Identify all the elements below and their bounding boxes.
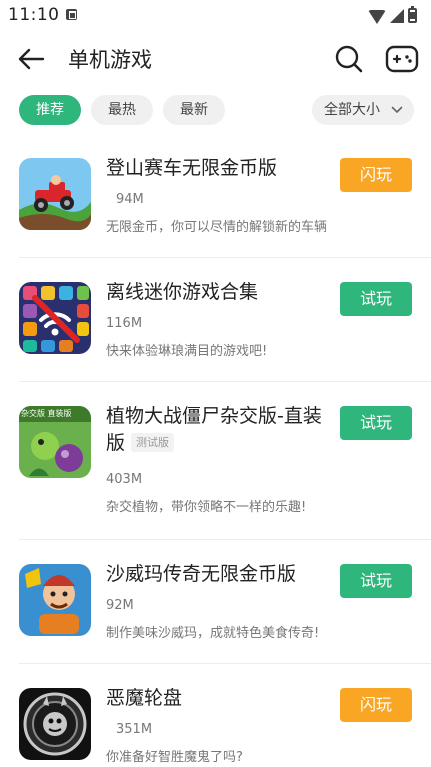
game-size: 403M <box>106 472 143 487</box>
battery-icon <box>408 6 417 23</box>
game-title: 登山赛车无限金币版 <box>106 157 278 179</box>
app-bar: 单机游戏 <box>0 34 431 84</box>
hill-climb-racing-icon <box>19 158 91 230</box>
game-description: 你准备好智胜魔鬼了吗? <box>106 750 243 765</box>
beta-tag: 测试版 <box>131 433 175 452</box>
pvz-hybrid-icon: 杂交版 直装版 <box>19 406 91 478</box>
try-play-button[interactable]: 试玩 <box>340 406 412 440</box>
gamepad-icon <box>385 45 419 73</box>
game-description: 快来体验琳琅满目的游戏吧! <box>106 344 268 359</box>
notification-app-icon <box>66 9 77 20</box>
game-title: 沙威玛传奇无限金币版 <box>106 563 297 585</box>
status-bar: 11:10 <box>0 0 431 30</box>
game-title: 离线迷你游戏合集 <box>106 281 259 303</box>
game-description: 杂交植物，带你领略不一样的乐趣! <box>106 500 307 515</box>
game-title: 恶魔轮盘 <box>106 687 183 709</box>
game-size: 116M <box>106 316 143 331</box>
signal-icon <box>390 9 404 23</box>
game-title-line2: 版 <box>106 432 126 454</box>
game-description: 制作美味沙威玛，成就特色美食传奇! <box>106 626 320 641</box>
back-button[interactable] <box>14 42 48 76</box>
status-time: 11:10 <box>8 5 60 25</box>
game-title-line1: 植物大战僵尸杂交版-直装 <box>106 405 322 427</box>
game-description: 无限金币，你可以尽情的解锁新的车辆 <box>106 220 328 235</box>
game-title: 植物大战僵尸杂交版-直装 版测试版 <box>106 403 336 457</box>
tab-newest[interactable]: 最新 <box>163 95 225 125</box>
try-play-button[interactable]: 试玩 <box>340 564 412 598</box>
game-size: 351M <box>116 722 153 737</box>
back-arrow-icon <box>18 48 45 70</box>
try-play-button[interactable]: 试玩 <box>340 282 412 316</box>
shawarma-legend-icon <box>19 564 91 636</box>
game-size: 94M <box>116 192 144 207</box>
offline-mini-games-icon <box>19 282 91 354</box>
status-icons <box>368 6 417 24</box>
search-icon <box>335 45 363 73</box>
divider <box>19 257 431 258</box>
size-filter-dropdown[interactable]: 全部大小 <box>312 95 414 125</box>
flash-play-button[interactable]: 闪玩 <box>340 158 412 192</box>
chevron-down-icon <box>391 106 403 113</box>
game-size: 92M <box>106 598 134 613</box>
tab-hottest[interactable]: 最热 <box>91 95 153 125</box>
filter-bar: 推荐 最热 最新 全部大小 <box>0 95 431 127</box>
search-button[interactable] <box>332 42 366 76</box>
flash-play-button[interactable]: 闪玩 <box>340 688 412 722</box>
game-center-button[interactable] <box>384 42 420 76</box>
wifi-icon <box>368 10 386 24</box>
divider <box>19 381 431 382</box>
size-filter-label: 全部大小 <box>324 102 380 118</box>
tab-recommended[interactable]: 推荐 <box>19 95 81 125</box>
devil-roulette-icon <box>19 688 91 760</box>
page-title: 单机游戏 <box>68 48 152 72</box>
icon-badge: 杂交版 直装版 <box>21 409 72 418</box>
divider <box>19 663 431 664</box>
divider <box>19 539 431 540</box>
